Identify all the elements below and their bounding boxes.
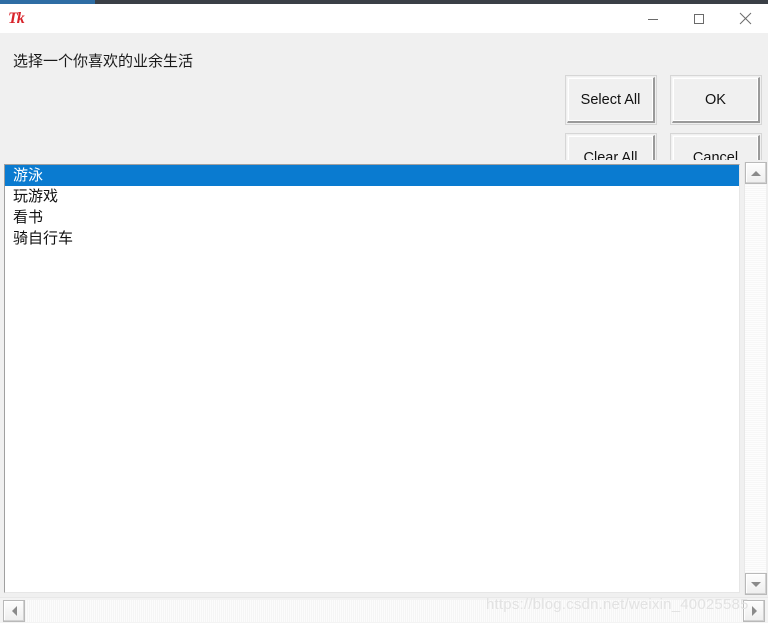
list-item[interactable]: 骑自行车 <box>5 228 739 249</box>
vertical-scrollbar-track[interactable] <box>745 184 766 573</box>
select-all-button[interactable]: Select All <box>567 77 655 123</box>
list-item[interactable]: 游泳 <box>5 165 739 186</box>
close-button[interactable] <box>722 4 768 33</box>
control-panel: 选择一个你喜欢的业余生活 Select All OK Clear All Can… <box>0 33 768 183</box>
scroll-right-button[interactable] <box>743 600 765 622</box>
app-window: Tk 选择一个你喜欢的业余生活 Select All OK Clear All … <box>0 0 768 623</box>
scroll-right-icon <box>751 606 757 616</box>
scroll-down-button[interactable] <box>745 573 767 595</box>
scroll-up-icon <box>751 170 761 176</box>
listbox-container: 游泳 玩游戏 看书 骑自行车 <box>0 160 768 597</box>
list-item[interactable]: 看书 <box>5 207 739 228</box>
scroll-left-icon <box>11 606 17 616</box>
minimize-icon <box>648 18 658 20</box>
maximize-icon <box>694 13 704 24</box>
window-controls <box>630 4 768 33</box>
close-icon <box>739 12 751 25</box>
hobby-listbox[interactable]: 游泳 玩游戏 看书 骑自行车 <box>4 164 740 593</box>
maximize-button[interactable] <box>676 4 722 33</box>
prompt-label: 选择一个你喜欢的业余生活 <box>13 53 194 70</box>
scroll-down-icon <box>751 581 761 587</box>
ok-button[interactable]: OK <box>672 77 760 123</box>
list-item[interactable]: 玩游戏 <box>5 186 739 207</box>
tk-logo-icon: Tk <box>8 9 25 27</box>
title-bar: Tk <box>0 4 768 34</box>
scroll-left-button[interactable] <box>3 600 25 622</box>
minimize-button[interactable] <box>630 4 676 33</box>
horizontal-scrollbar[interactable] <box>0 597 768 623</box>
scroll-up-button[interactable] <box>745 162 767 184</box>
horizontal-scrollbar-track[interactable] <box>25 600 743 622</box>
vertical-scrollbar[interactable] <box>744 162 767 595</box>
